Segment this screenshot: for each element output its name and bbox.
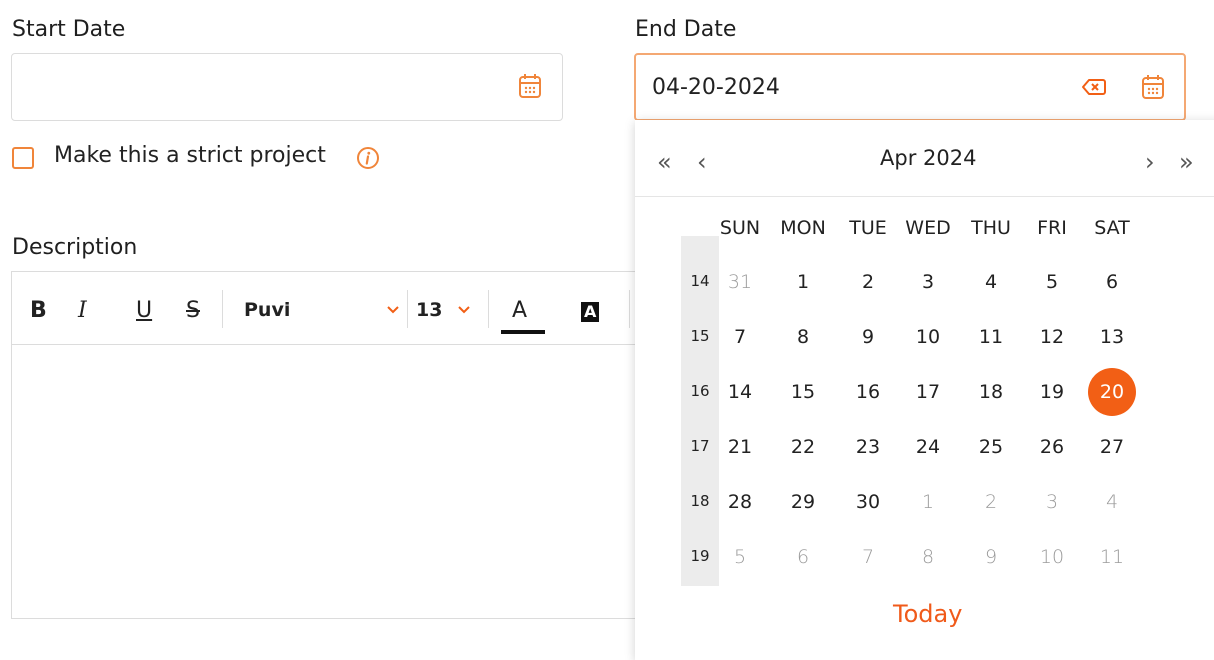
weekday-header: TUE <box>849 217 887 239</box>
calendar-day[interactable]: 6 <box>779 533 827 581</box>
calendar-day[interactable]: 8 <box>904 533 952 581</box>
clear-icon[interactable] <box>1081 77 1107 97</box>
previous-year-button[interactable]: « <box>657 148 672 176</box>
end-date-label: End Date <box>635 17 737 42</box>
calendar-day[interactable]: 3 <box>904 258 952 306</box>
calendar-day[interactable]: 9 <box>967 533 1015 581</box>
calendar-day[interactable]: 9 <box>844 313 892 361</box>
month-year-title[interactable]: Apr 2024 <box>880 146 976 170</box>
weekday-header: SUN <box>719 217 761 239</box>
background-color-button[interactable]: A <box>581 302 600 322</box>
toolbar-divider <box>407 290 408 328</box>
calendar-day[interactable]: 5 <box>716 533 764 581</box>
font-size-select[interactable]: 13 <box>416 299 442 321</box>
calendar-day[interactable]: 25 <box>967 423 1015 471</box>
next-month-button[interactable]: › <box>1145 148 1155 176</box>
font-family-select[interactable]: Puvi <box>244 299 290 321</box>
calendar-day[interactable]: 27 <box>1088 423 1136 471</box>
description-editor[interactable]: B I U S Puvi 13 A A <box>11 271 671 619</box>
start-date-label: Start Date <box>12 17 126 42</box>
calendar-day[interactable]: 21 <box>716 423 764 471</box>
calendar-day[interactable]: 26 <box>1028 423 1076 471</box>
calendar-day[interactable]: 30 <box>844 478 892 526</box>
previous-month-button[interactable]: ‹ <box>697 148 707 176</box>
calendar-day[interactable]: 12 <box>1028 313 1076 361</box>
calendar-day[interactable]: 8 <box>779 313 827 361</box>
week-number: 15 <box>690 327 710 345</box>
calendar-day[interactable]: 7 <box>716 313 764 361</box>
toolbar-divider <box>629 290 630 328</box>
text-color-bar <box>501 330 545 334</box>
calendar-day[interactable]: 13 <box>1088 313 1136 361</box>
week-number: 19 <box>690 547 710 565</box>
calendar-day-selected[interactable]: 20 <box>1088 368 1136 416</box>
date-picker-popup: « ‹ Apr 2024 › » SUN MON TUE WED THU FRI SAT 14… <box>635 120 1214 660</box>
editor-toolbar: B I U S Puvi 13 A A <box>12 272 670 345</box>
calendar-day[interactable]: 2 <box>967 478 1015 526</box>
week-number: 14 <box>690 272 710 290</box>
calendar-day[interactable]: 6 <box>1088 258 1136 306</box>
calendar-day[interactable]: 11 <box>967 313 1015 361</box>
weekday-header: THU <box>971 217 1011 239</box>
calendar-day[interactable]: 2 <box>844 258 892 306</box>
calendar-day[interactable]: 28 <box>716 478 764 526</box>
calendar-day[interactable]: 1 <box>779 258 827 306</box>
underline-button[interactable]: U <box>136 298 152 323</box>
calendar-day[interactable]: 4 <box>1088 478 1136 526</box>
info-icon[interactable] <box>356 146 380 170</box>
calendar-day[interactable]: 19 <box>1028 368 1076 416</box>
calendar-day[interactable]: 18 <box>967 368 1015 416</box>
text-color-button[interactable]: A <box>512 298 527 323</box>
week-number: 17 <box>690 437 710 455</box>
bold-button[interactable]: B <box>30 298 47 323</box>
calendar-day[interactable]: 17 <box>904 368 952 416</box>
strict-project-checkbox[interactable] <box>12 147 34 169</box>
weekday-header: SAT <box>1094 217 1130 239</box>
calendar-day[interactable]: 3 <box>1028 478 1076 526</box>
calendar-day[interactable]: 31 <box>716 258 764 306</box>
next-year-button[interactable]: » <box>1179 148 1194 176</box>
toolbar-divider <box>222 290 223 328</box>
calendar-day[interactable]: 15 <box>779 368 827 416</box>
calendar-day[interactable]: 11 <box>1088 533 1136 581</box>
header-divider <box>635 196 1214 197</box>
calendar-day[interactable]: 24 <box>904 423 952 471</box>
calendar-day[interactable]: 4 <box>967 258 1015 306</box>
end-date-field[interactable]: 04-20-2024 <box>634 53 1186 121</box>
calendar-day[interactable]: 5 <box>1028 258 1076 306</box>
calendar-icon[interactable] <box>1141 74 1165 100</box>
calendar-day[interactable]: 16 <box>844 368 892 416</box>
weekday-header: MON <box>780 217 826 239</box>
weekday-header: FRI <box>1037 217 1067 239</box>
calendar-day[interactable]: 14 <box>716 368 764 416</box>
end-date-value: 04-20-2024 <box>652 75 780 100</box>
description-label: Description <box>12 235 138 260</box>
week-number: 16 <box>690 382 710 400</box>
calendar-icon[interactable] <box>518 73 542 99</box>
week-number: 18 <box>690 492 710 510</box>
weekday-header: WED <box>905 217 951 239</box>
calendar-day[interactable]: 22 <box>779 423 827 471</box>
toolbar-divider <box>488 290 489 328</box>
calendar-day[interactable]: 10 <box>1028 533 1076 581</box>
calendar-day[interactable]: 23 <box>844 423 892 471</box>
chevron-down-icon[interactable] <box>387 306 399 314</box>
strikethrough-button[interactable]: S <box>186 298 200 323</box>
calendar-day[interactable]: 1 <box>904 478 952 526</box>
strict-project-label: Make this a strict project <box>54 143 326 168</box>
calendar-day[interactable]: 29 <box>779 478 827 526</box>
start-date-field[interactable] <box>11 53 563 121</box>
calendar-day[interactable]: 10 <box>904 313 952 361</box>
calendar-day[interactable]: 7 <box>844 533 892 581</box>
chevron-down-icon[interactable] <box>458 306 470 314</box>
italic-button[interactable]: I <box>78 298 87 323</box>
today-button[interactable]: Today <box>893 600 962 628</box>
